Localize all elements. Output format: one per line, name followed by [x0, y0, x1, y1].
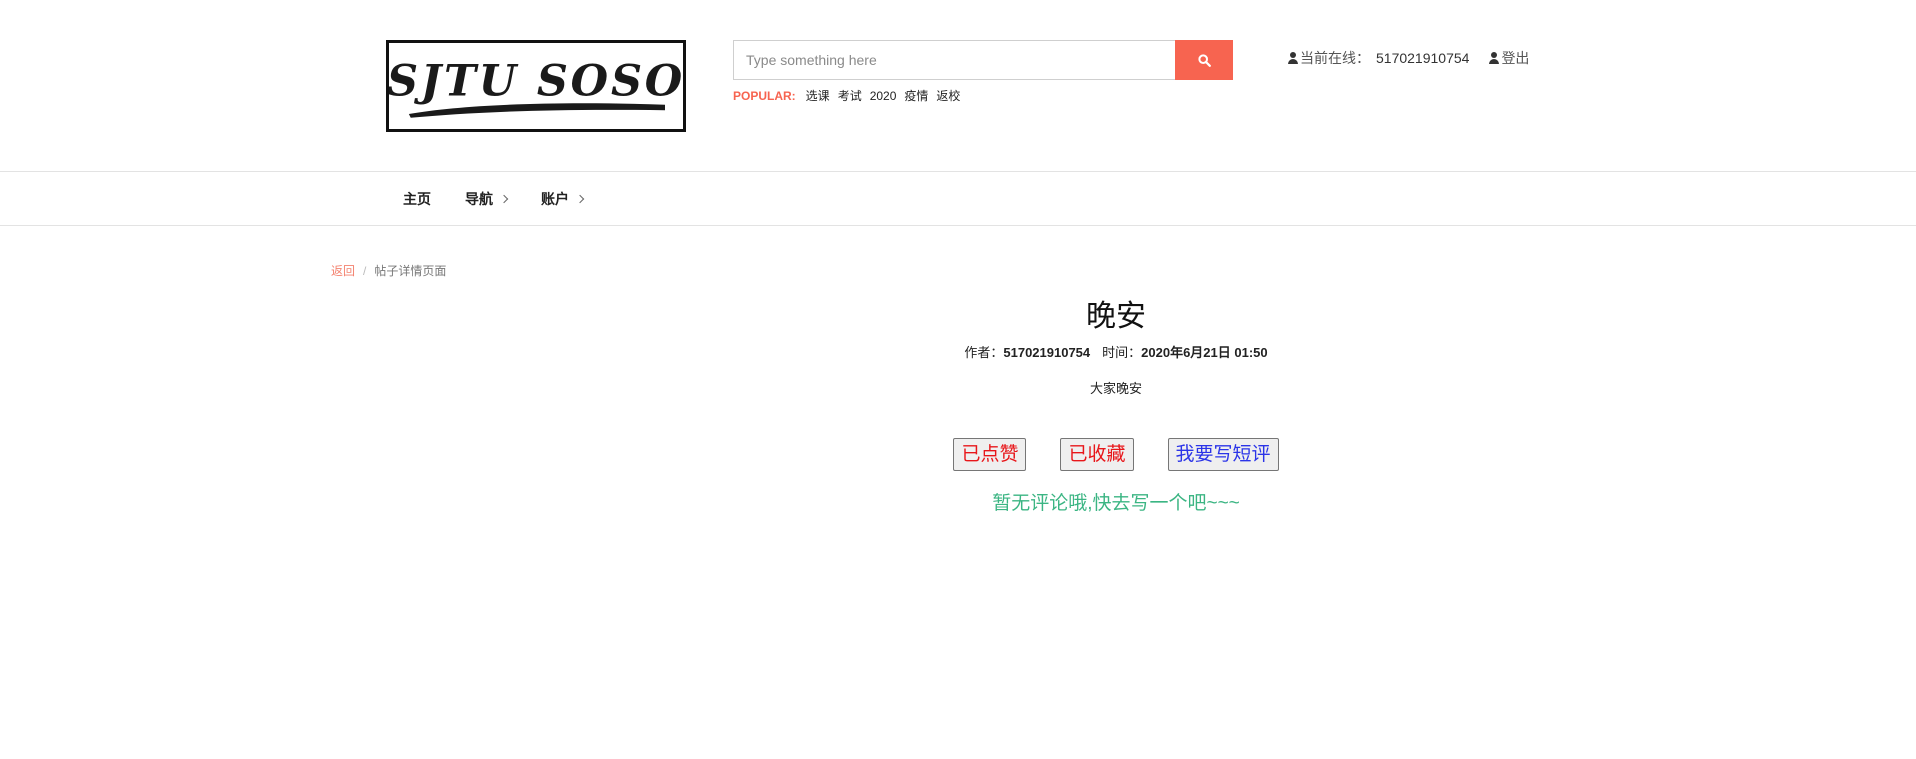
write-review-button[interactable]: 我要写短评	[1167, 438, 1279, 471]
chevron-right-icon	[575, 194, 585, 204]
favorited-button[interactable]: 已收藏	[1060, 438, 1134, 471]
nav-item-home[interactable]: 主页	[403, 189, 431, 209]
search-area: POPULAR: 选课 考试 2020 疫情 返校	[733, 40, 1233, 104]
logout-label: 登出	[1501, 50, 1530, 66]
nav-item-label: 主页	[403, 191, 431, 207]
post-detail: 晚安 作者：517021910754 时间：2020年6月21日 01:50 大家…	[850, 292, 1382, 514]
liked-button[interactable]: 已点赞	[953, 438, 1027, 471]
nav-items: 主页 导航 账户	[403, 172, 617, 226]
post-title: 晚安	[1086, 300, 1146, 333]
post-content: 大家晚安	[1089, 381, 1142, 396]
logout-link[interactable]: 登出	[1489, 48, 1529, 68]
search-icon	[1197, 53, 1211, 67]
post-actions: 已点赞 已收藏 我要写短评	[850, 438, 1382, 471]
site-header: SJTU SOSO POPULAR: 选课 考试 2020 疫情 返校 当前在线…	[0, 0, 1916, 172]
empty-comments-message: 暂无评论哦,快去写一个吧~~~	[992, 493, 1240, 514]
post-meta: 作者：517021910754 时间：2020年6月21日 01:50	[850, 344, 1382, 362]
logo-text: SJTU SOSO	[389, 56, 683, 106]
nav-item-account[interactable]: 账户	[541, 189, 585, 209]
popular-tag[interactable]: 疫情	[904, 87, 928, 104]
popular-tags: POPULAR: 选课 考试 2020 疫情 返校	[733, 87, 1233, 104]
nav-item-navigation[interactable]: 导航	[465, 189, 509, 209]
search-bar	[733, 40, 1233, 80]
post-time: 2020年6月21日 01:50	[1141, 345, 1268, 360]
breadcrumb: 返回 / 帖子详情页面	[331, 262, 446, 279]
site-logo[interactable]: SJTU SOSO	[386, 40, 686, 132]
popular-tag[interactable]: 返校	[936, 87, 960, 104]
user-icon	[1489, 52, 1500, 64]
breadcrumb-separator: /	[363, 263, 367, 278]
popular-tag[interactable]: 考试	[838, 87, 862, 104]
chevron-right-icon	[499, 194, 509, 204]
breadcrumb-back-link[interactable]: 返回	[331, 262, 355, 279]
search-input[interactable]	[733, 40, 1175, 80]
user-status: 当前在线： 517021910754 登出	[1288, 48, 1529, 68]
post-author: 517021910754	[1003, 345, 1091, 360]
nav-item-label: 导航	[465, 191, 493, 207]
popular-label: POPULAR:	[733, 88, 796, 103]
logo-image: SJTU SOSO	[389, 56, 683, 118]
time-label: 时间：	[1102, 345, 1142, 360]
online-user-id: 517021910754	[1376, 50, 1470, 66]
user-icon	[1288, 52, 1298, 64]
main-nav: 主页 导航 账户	[0, 172, 1916, 226]
online-label: 当前在线：	[1300, 50, 1370, 66]
search-button[interactable]	[1175, 40, 1233, 80]
popular-tag[interactable]: 2020	[870, 89, 897, 103]
breadcrumb-current: 帖子详情页面	[374, 264, 447, 278]
nav-item-label: 账户	[541, 191, 569, 207]
author-label: 作者：	[964, 345, 1004, 360]
popular-tag[interactable]: 选课	[806, 87, 830, 104]
